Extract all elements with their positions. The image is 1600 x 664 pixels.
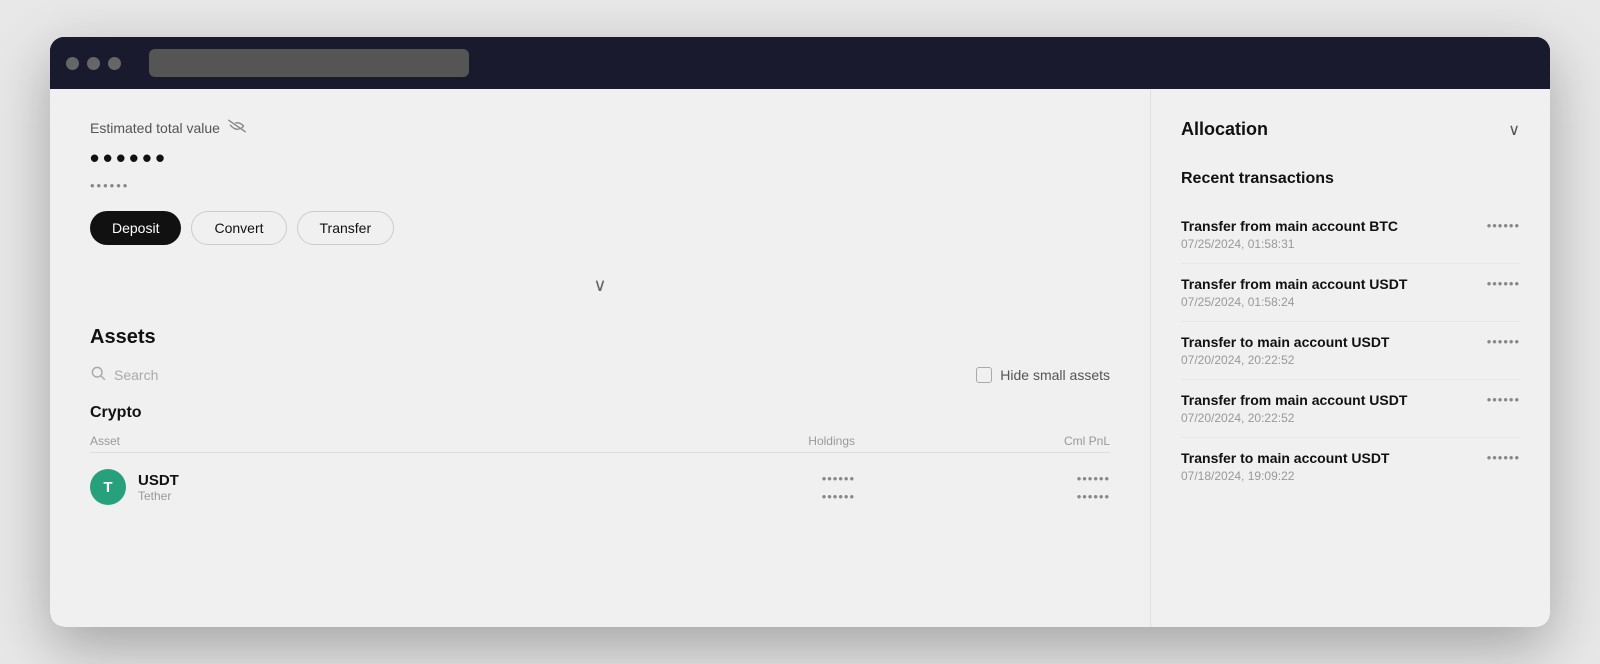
allocation-chevron-icon[interactable]: ∨ [1508, 120, 1520, 140]
tx-date: 07/20/2024, 20:22:52 [1181, 411, 1407, 425]
allocation-header: Allocation ∨ [1181, 119, 1520, 140]
traffic-light-yellow [87, 57, 100, 70]
allocation-title: Allocation [1181, 119, 1268, 140]
total-value-secondary: •••••• [90, 178, 1110, 193]
recent-transactions-title: Recent transactions [1181, 170, 1520, 188]
search-row: Search Hide small assets [90, 365, 1110, 384]
tx-name: Transfer from main account BTC [1181, 218, 1398, 234]
traffic-light-green [108, 57, 121, 70]
crypto-label: Crypto [90, 404, 1110, 422]
asset-holdings: •••••• •••••• [600, 471, 855, 504]
total-value-masked: •••••• [90, 143, 1110, 174]
tx-details: Transfer from main account USDT 07/25/20… [1181, 276, 1407, 309]
assets-section: Assets Search Hide small asset [90, 326, 1110, 513]
tx-name: Transfer from main account USDT [1181, 276, 1407, 292]
tx-item[interactable]: Transfer to main account USDT 07/20/2024… [1181, 322, 1520, 380]
tx-amount: •••••• [1487, 334, 1520, 349]
table-header: Asset Holdings Cml PnL [90, 430, 1110, 453]
tx-details: Transfer from main account BTC 07/25/202… [1181, 218, 1398, 251]
col-asset: Asset [90, 434, 600, 448]
transactions-list: Transfer from main account BTC 07/25/202… [1181, 206, 1520, 495]
search-icon [90, 365, 106, 384]
tx-name: Transfer to main account USDT [1181, 450, 1389, 466]
traffic-light-red [66, 57, 79, 70]
expand-chevron[interactable]: ∨ [90, 275, 1110, 296]
estimated-label-text: Estimated total value [90, 120, 220, 136]
hide-small-assets[interactable]: Hide small assets [976, 367, 1110, 383]
asset-info: T USDT Tether [90, 469, 600, 505]
tx-date: 07/18/2024, 19:09:22 [1181, 469, 1389, 483]
hide-small-checkbox[interactable] [976, 367, 992, 383]
tx-name: Transfer from main account USDT [1181, 392, 1407, 408]
search-placeholder: Search [114, 367, 158, 383]
browser-titlebar [50, 37, 1550, 89]
tx-item[interactable]: Transfer from main account USDT 07/25/20… [1181, 264, 1520, 322]
eye-slash-icon[interactable] [228, 119, 246, 137]
table-row: T USDT Tether •••••• •••••• •••••• •••••… [90, 461, 1110, 513]
transfer-button[interactable]: Transfer [297, 211, 395, 245]
action-buttons-row: Deposit Convert Transfer [90, 211, 1110, 245]
tx-date: 07/25/2024, 01:58:24 [1181, 295, 1407, 309]
browser-window: Estimated total value •••••• •••••• Depo… [50, 37, 1550, 627]
deposit-button[interactable]: Deposit [90, 211, 181, 245]
col-cml-pnl: Cml PnL [855, 434, 1110, 448]
tx-details: Transfer to main account USDT 07/20/2024… [1181, 334, 1389, 367]
address-bar[interactable] [149, 49, 469, 77]
asset-sub: Tether [138, 489, 179, 503]
tx-details: Transfer from main account USDT 07/20/20… [1181, 392, 1407, 425]
tx-amount: •••••• [1487, 450, 1520, 465]
tx-date: 07/25/2024, 01:58:31 [1181, 237, 1398, 251]
col-holdings: Holdings [600, 434, 855, 448]
search-box[interactable]: Search [90, 365, 158, 384]
right-panel: Allocation ∨ Recent transactions Transfe… [1150, 89, 1550, 627]
usdt-icon: T [90, 469, 126, 505]
tx-date: 07/20/2024, 20:22:52 [1181, 353, 1389, 367]
main-panel: Estimated total value •••••• •••••• Depo… [50, 89, 1150, 627]
convert-button[interactable]: Convert [191, 211, 286, 245]
browser-content: Estimated total value •••••• •••••• Depo… [50, 89, 1550, 627]
tx-amount: •••••• [1487, 276, 1520, 291]
tx-item[interactable]: Transfer to main account USDT 07/18/2024… [1181, 438, 1520, 495]
tx-item[interactable]: Transfer from main account USDT 07/20/20… [1181, 380, 1520, 438]
hide-small-label: Hide small assets [1000, 367, 1110, 383]
asset-name-group: USDT Tether [138, 472, 179, 503]
tx-item[interactable]: Transfer from main account BTC 07/25/202… [1181, 206, 1520, 264]
tx-details: Transfer to main account USDT 07/18/2024… [1181, 450, 1389, 483]
asset-pnl: •••••• •••••• [855, 471, 1110, 504]
assets-title: Assets [90, 326, 1110, 349]
tx-amount: •••••• [1487, 218, 1520, 233]
estimated-total-label: Estimated total value [90, 119, 1110, 137]
tx-name: Transfer to main account USDT [1181, 334, 1389, 350]
asset-name: USDT [138, 472, 179, 489]
tx-amount: •••••• [1487, 392, 1520, 407]
